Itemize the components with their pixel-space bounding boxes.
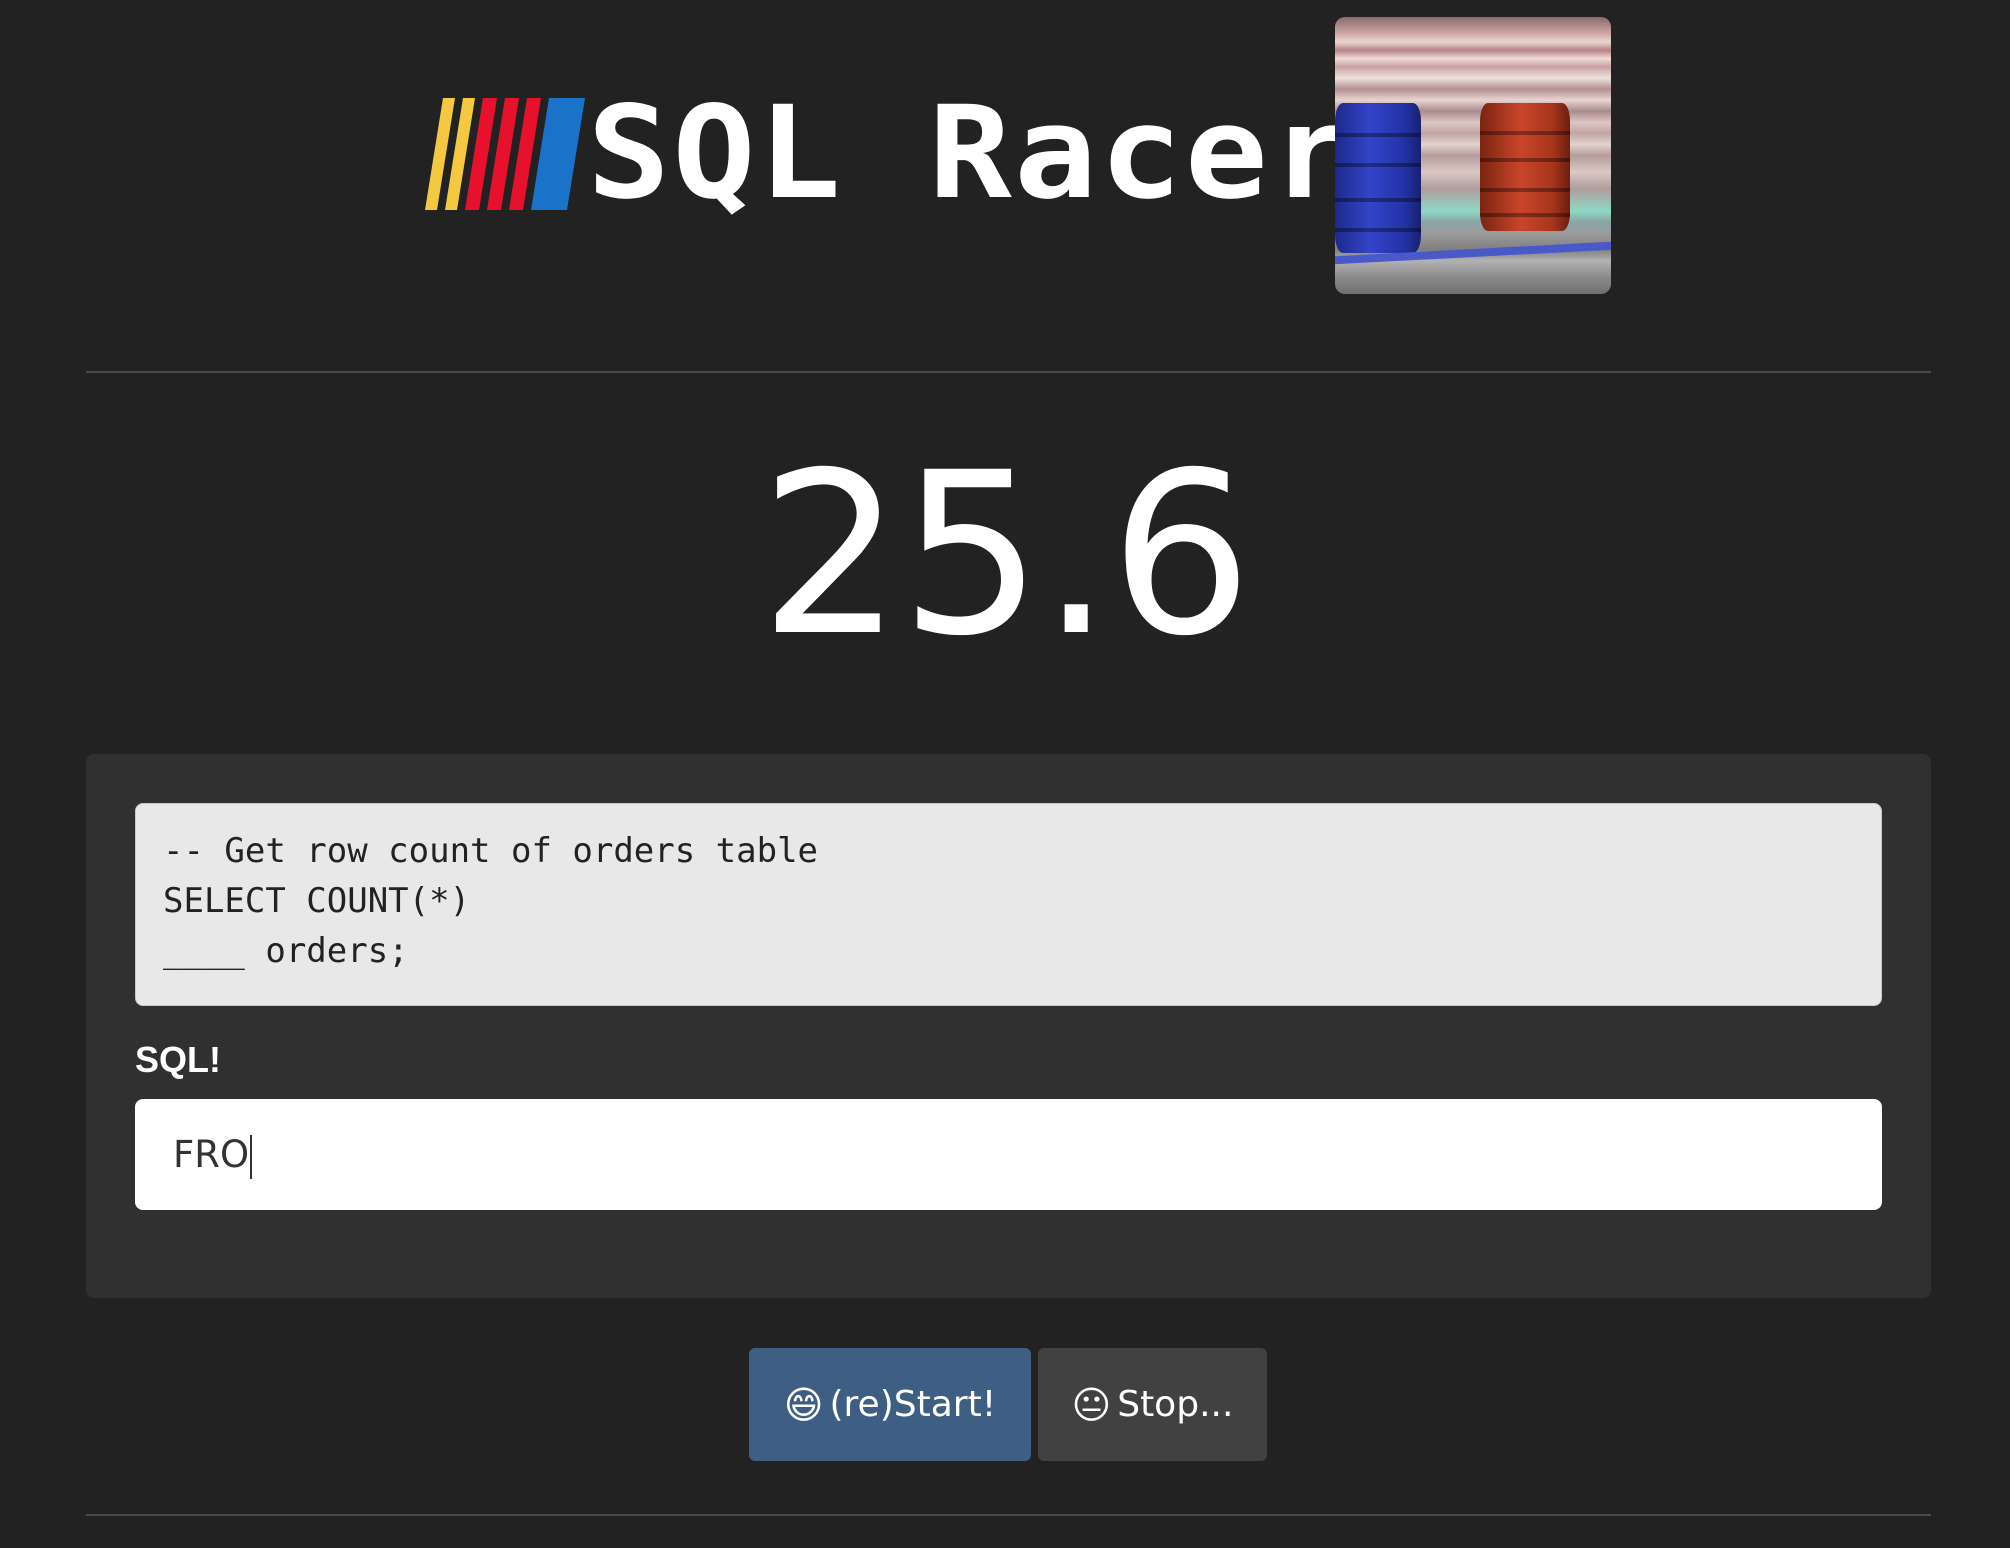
neutral-face-icon: 😐	[1071, 1382, 1112, 1427]
blue-barrel	[1335, 103, 1421, 253]
sql-racer-page: SQL Racer 25.6 -- Get row count of order…	[0, 0, 2010, 1548]
race-track-barrels-image	[1335, 17, 1611, 294]
logo-text: SQL Racer	[587, 79, 1356, 228]
sql-input[interactable]: FRO	[135, 1099, 1882, 1210]
race-timer: 25.6	[759, 424, 1253, 685]
grinning-face-icon: 😄	[783, 1382, 824, 1427]
restart-button-label: (re)Start!	[829, 1384, 997, 1425]
sql-input-value: FRO	[173, 1133, 250, 1176]
challenge-code-block: -- Get row count of orders table SELECT C…	[135, 803, 1882, 1006]
restart-button[interactable]: 😄 (re)Start!	[749, 1348, 1031, 1461]
stop-button[interactable]: 😐 Stop...	[1038, 1348, 1267, 1461]
stop-button-label: Stop...	[1117, 1384, 1234, 1425]
sql-racer-logo: SQL Racer	[425, 90, 1353, 218]
code-line: ____ orders;	[163, 931, 409, 971]
code-line: SELECT COUNT(*)	[163, 881, 471, 921]
sql-input-label: SQL!	[135, 1039, 221, 1080]
challenge-panel: -- Get row count of orders table SELECT C…	[86, 754, 1931, 1298]
header-divider	[86, 371, 1931, 373]
header: SQL Racer	[0, 0, 2010, 372]
code-line: -- Get row count of orders table	[163, 831, 819, 871]
racing-stripes-icon	[425, 98, 585, 210]
text-caret	[250, 1134, 253, 1179]
footer-divider	[86, 1514, 1931, 1516]
red-barrel	[1480, 103, 1570, 231]
